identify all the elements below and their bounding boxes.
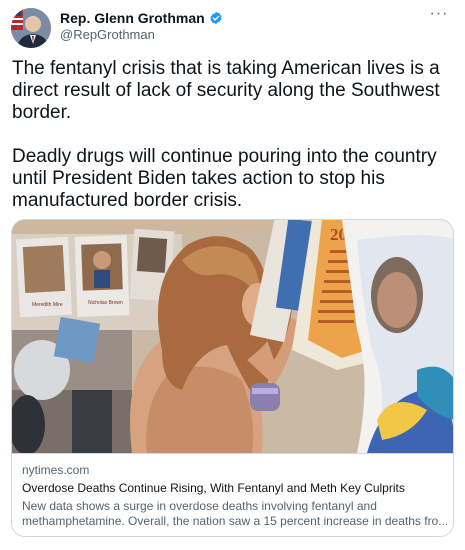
more-options-icon[interactable]: ··· — [427, 6, 451, 26]
tweet-paragraph: The fentanyl crisis that is taking Ameri… — [12, 58, 440, 123]
poster-caption: Nicholas Brown — [88, 300, 123, 306]
author-name-row[interactable]: Rep. Glenn Grothman — [60, 9, 223, 27]
verified-badge-icon — [209, 11, 223, 25]
poster-caption: Meredith Mire — [32, 302, 63, 308]
tweet-paragraph: Deadly drugs will continue pouring into … — [12, 146, 437, 211]
author-display-name[interactable]: Rep. Glenn Grothman — [60, 10, 205, 26]
author-handle[interactable]: @RepGrothman — [60, 27, 155, 42]
avatar-photo-icon — [11, 8, 51, 48]
link-card-divider — [12, 453, 453, 454]
tweet-body: The fentanyl crisis that is taking Ameri… — [12, 58, 452, 212]
link-card-description-line: New data shows a surge in overdose death… — [22, 499, 377, 513]
memorial-photo: Meredith Mire Nicholas Brown — [12, 220, 453, 453]
link-card[interactable]: Meredith Mire Nicholas Brown nytimes.com… — [11, 219, 454, 537]
link-card-domain[interactable]: nytimes.com — [22, 463, 89, 477]
link-card-title[interactable]: Overdose Deaths Continue Rising, With Fe… — [22, 481, 447, 495]
author-avatar[interactable] — [11, 8, 51, 48]
link-card-description: New data shows a surge in overdose death… — [22, 499, 447, 529]
link-card-description-line: methamphetamine. Overall, the nation saw… — [22, 514, 447, 528]
tweet[interactable]: Rep. Glenn Grothman @RepGrothman ··· The… — [0, 0, 465, 550]
link-card-image[interactable]: Meredith Mire Nicholas Brown — [12, 220, 453, 453]
